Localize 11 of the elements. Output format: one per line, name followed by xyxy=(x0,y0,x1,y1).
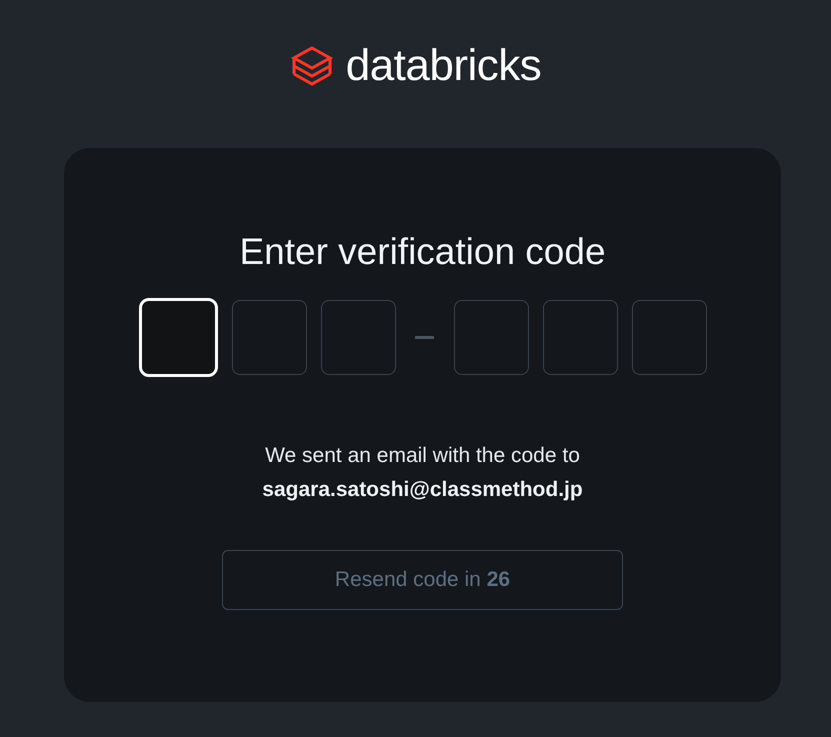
sent-message: We sent an email with the code to xyxy=(265,443,580,469)
logo-icon xyxy=(290,45,334,87)
code-digit-field[interactable] xyxy=(632,300,706,375)
code-digit-field[interactable] xyxy=(232,300,306,375)
logo-wordmark: databricks xyxy=(346,40,542,92)
code-digit-field[interactable] xyxy=(320,300,396,375)
code-digit-field[interactable] xyxy=(454,300,528,375)
dash-separator xyxy=(415,336,434,339)
email-address: sagara.satoshi@classmethod.jp xyxy=(262,477,583,503)
code-digit-field[interactable] xyxy=(542,300,618,375)
page-title: Enter verification code xyxy=(239,230,606,274)
